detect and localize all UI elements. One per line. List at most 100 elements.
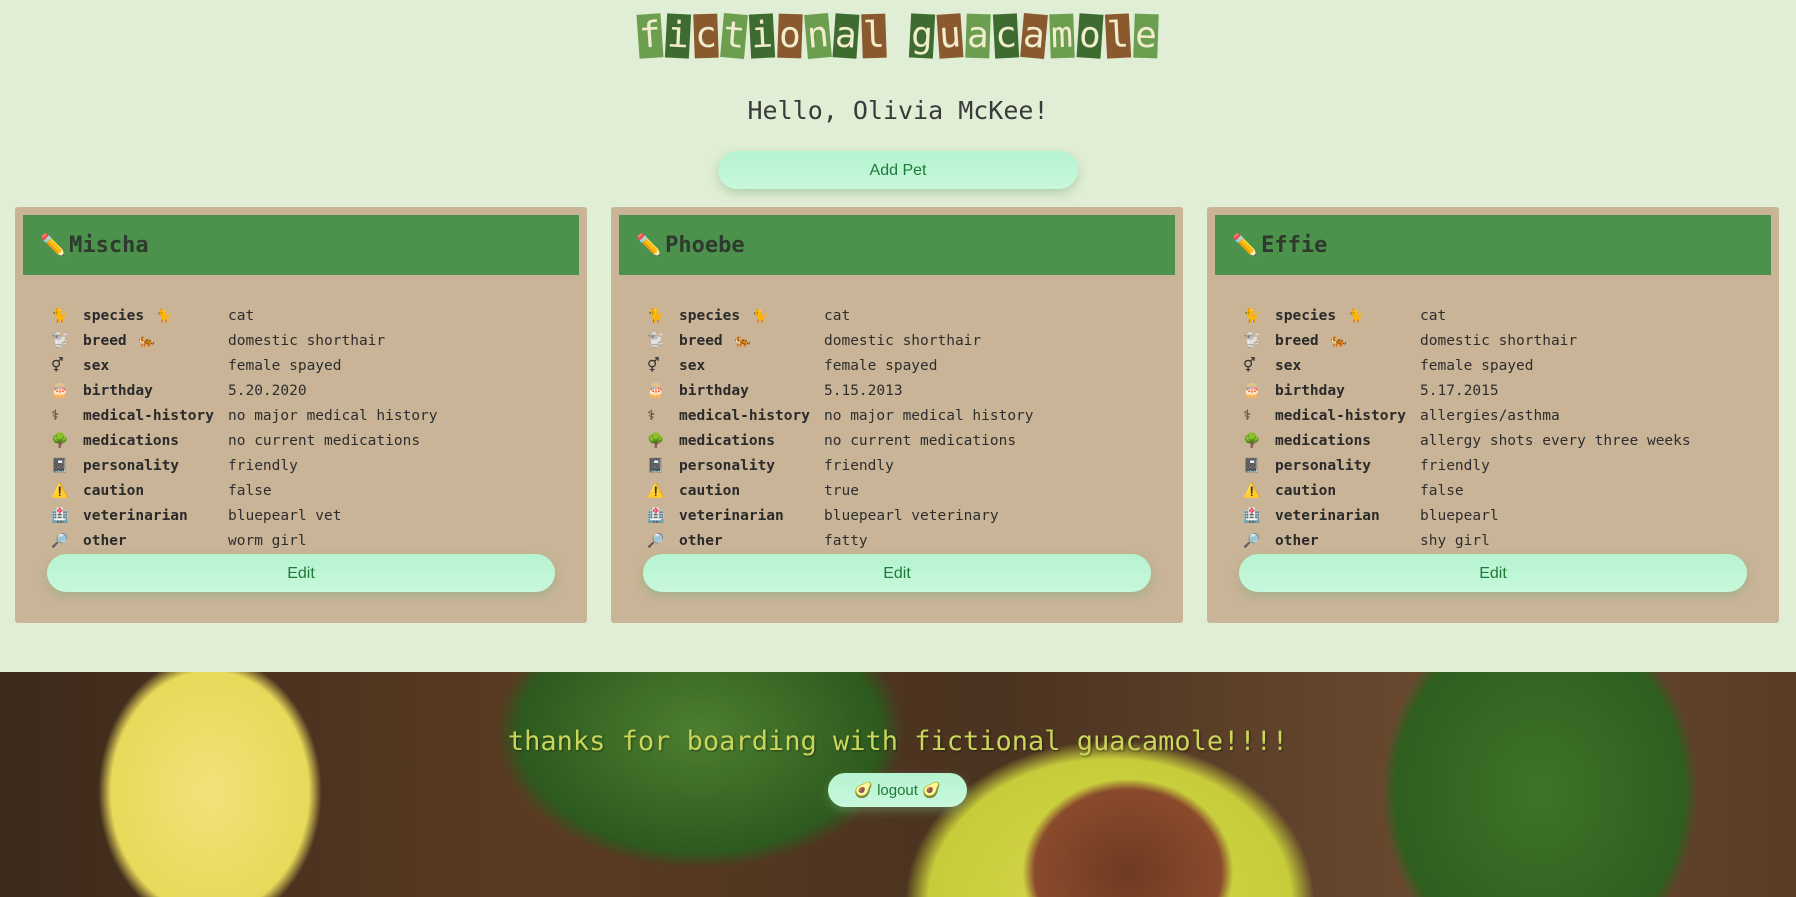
pet-detail-row: ⚕ medical-history no major medical history [647,403,1167,428]
detail-label-text: caution [1275,482,1337,499]
sex-icon: ⚥ [1243,357,1256,374]
detail-value: shy girl [1420,532,1490,549]
birthday-icon: 🎂 [51,382,69,399]
pencil-icon[interactable]: ✏️ [1232,233,1258,258]
detail-label: personality [1275,458,1420,474]
pet-detail-row: 🐩 breed 🐅 domestic shorthair [647,328,1167,353]
species-label-icon: 🐈 [752,308,769,324]
logo-letter: n [804,13,832,59]
species-icon: 🐈 [1243,307,1261,324]
caution-icon: ⚠️ [647,482,665,499]
detail-label-text: birthday [1275,382,1345,399]
detail-label-text: caution [679,482,741,499]
detail-value: no current medications [228,432,421,449]
breed-label-icon: 🐅 [1330,333,1347,349]
edit-button[interactable]: Edit [47,554,555,592]
pet-detail-row: 🐈 species 🐈 cat [51,303,571,328]
logout-button[interactable]: 🥑 logout 🥑 [828,773,967,807]
detail-label-text: veterinarian [1275,507,1380,524]
detail-value: female spayed [228,357,342,374]
pet-detail-row: 🔎 other worm girl [51,528,571,553]
species-label-icon: 🐈 [156,308,173,324]
logo-letter: l [861,13,887,59]
pet-detail-row: 📓 personality friendly [1243,453,1763,478]
pencil-icon[interactable]: ✏️ [636,233,662,258]
caution-icon: ⚠️ [1243,482,1261,499]
pet-detail-row: 🔎 other shy girl [1243,528,1763,553]
breed-icon: 🐩 [1243,332,1261,349]
detail-label: sex [1275,358,1420,374]
detail-value: domestic shorthair [228,332,386,349]
detail-label: veterinarian [1275,508,1420,524]
detail-value: friendly [1420,457,1490,474]
detail-label-text: veterinarian [679,507,784,524]
detail-label-text: caution [83,482,145,499]
detail-value: fatty [824,532,868,549]
edit-button[interactable]: Edit [643,554,1151,592]
pet-detail-row: 🌳 medications no current medications [51,428,571,453]
detail-label-text: personality [679,457,776,474]
detail-label: caution [679,483,824,499]
thanks-message: thanks for boarding with fictional guaca… [507,726,1289,757]
detail-label: birthday [679,383,824,399]
detail-label: medications [83,433,228,449]
detail-label-text: breed [679,332,723,349]
pet-name: Effie [1261,232,1328,258]
pet-details: 🐈 species 🐈 cat 🐩 breed 🐅 domestic shorthair ⚥ se… [1243,303,1763,553]
detail-value: no major medical history [824,407,1034,424]
breed-label-icon: 🐅 [734,333,751,349]
pet-detail-row: 🌳 medications allergy shots every three we… [1243,428,1763,453]
pet-detail-row: 📓 personality friendly [51,453,571,478]
medications-icon: 🌳 [51,432,69,449]
personality-icon: 📓 [1243,457,1261,474]
pet-name: Mischa [69,232,149,258]
app-logo: fictionalguacamole [0,13,1796,59]
personality-icon: 📓 [647,457,665,474]
detail-label-text: medical-history [679,407,810,424]
footer-avocado-banner: thanks for boarding with fictional guaca… [0,672,1796,897]
pet-detail-row: 🐩 breed 🐅 domestic shorthair [51,328,571,353]
pet-detail-row: ⚕ medical-history no major medical history [51,403,571,428]
pet-detail-row: 🐈 species 🐈 cat [1243,303,1763,328]
detail-label: veterinarian [83,508,228,524]
detail-value: friendly [228,457,298,474]
edit-button[interactable]: Edit [1239,554,1747,592]
detail-label-text: breed [1275,332,1319,349]
detail-value: cat [228,307,255,324]
detail-value: domestic shorthair [1420,332,1578,349]
birthday-icon: 🎂 [647,382,665,399]
logo-letter: u [936,13,964,59]
detail-value: domestic shorthair [824,332,982,349]
detail-label-text: medications [1275,432,1372,449]
species-icon: 🐈 [51,307,69,324]
detail-label-text: sex [83,357,110,374]
medications-icon: 🌳 [1243,432,1261,449]
pet-details: 🐈 species 🐈 cat 🐩 breed 🐅 domestic shorthair ⚥ se… [647,303,1167,553]
logo-letter: f [636,13,664,59]
add-pet-button[interactable]: Add Pet [718,151,1078,189]
detail-label-text: species [679,307,741,324]
pet-detail-row: 🏥 veterinarian bluepearl [1243,503,1763,528]
detail-label: other [679,533,824,549]
detail-value: allergy shots every three weeks [1420,432,1691,449]
detail-label: other [83,533,228,549]
detail-label-text: medications [679,432,776,449]
pet-card-header: ✏️ Mischa [23,215,579,275]
detail-label: medical-history [83,408,228,424]
personality-icon: 📓 [51,457,69,474]
detail-value: worm girl [228,532,307,549]
medications-icon: 🌳 [647,432,665,449]
detail-label: medications [679,433,824,449]
logo-letter: l [1104,13,1132,59]
logout-label: logout [877,782,918,799]
logo-letter: a [832,13,860,59]
detail-label: species 🐈 [1275,308,1420,324]
pet-detail-row: 🎂 birthday 5.20.2020 [51,378,571,403]
caution-icon: ⚠️ [51,482,69,499]
pet-detail-row: 🎂 birthday 5.15.2013 [647,378,1167,403]
pencil-icon[interactable]: ✏️ [40,233,66,258]
pet-card: ✏️ Effie 🐈 species 🐈 cat 🐩 breed 🐅 domestic sho… [1207,207,1779,623]
detail-label: medical-history [679,408,824,424]
detail-value: false [1420,482,1464,499]
detail-label-text: sex [679,357,706,374]
